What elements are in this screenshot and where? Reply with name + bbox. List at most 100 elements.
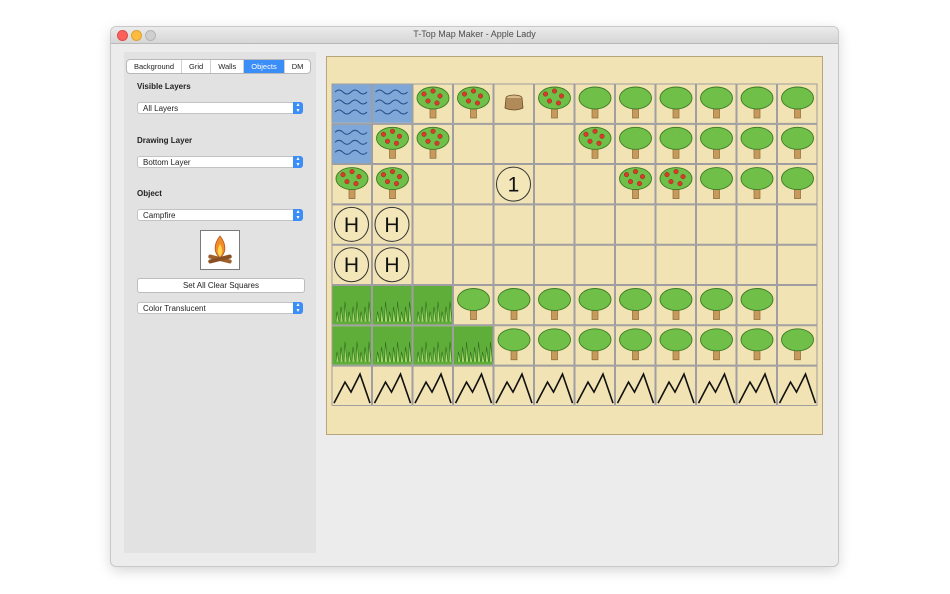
visible-layers-select[interactable]: All Layers ▴ ▾ [137, 102, 303, 114]
map-cell-token-h[interactable]: H [331, 204, 372, 245]
map-cell-empty[interactable] [696, 244, 737, 285]
map-cell-tree[interactable] [534, 325, 575, 366]
color-mode-select[interactable]: Color Translucent ▴ ▾ [137, 302, 303, 314]
map-cell-stump[interactable] [493, 83, 534, 124]
map-cell-mountain[interactable] [655, 365, 696, 406]
map-cell-tree[interactable] [777, 164, 818, 205]
map-cell-empty[interactable] [574, 164, 615, 205]
map-cell-mountain[interactable] [777, 365, 818, 406]
map-cell-empty[interactable] [736, 204, 777, 245]
tab-walls[interactable]: Walls [211, 60, 245, 73]
map-cell-apple-tree[interactable] [412, 83, 453, 124]
map-cell-tree[interactable] [615, 83, 656, 124]
map-cell-token-h[interactable]: H [331, 244, 372, 285]
map-cell-apple-tree[interactable] [372, 123, 413, 165]
map-cell-tree[interactable] [615, 325, 656, 366]
map-cell-empty[interactable] [412, 244, 453, 285]
map-cell-empty[interactable] [453, 244, 494, 285]
map-cell-empty[interactable] [493, 244, 534, 285]
map-cell-empty[interactable] [655, 204, 696, 245]
map-cell-empty[interactable] [615, 204, 656, 245]
map-cell-mountain[interactable] [615, 365, 656, 406]
map-cell-empty[interactable] [534, 123, 575, 165]
map-cell-empty[interactable] [412, 164, 453, 205]
map-cell-tree[interactable] [655, 123, 696, 165]
map-cell-empty[interactable] [777, 204, 818, 245]
tab-background[interactable]: Background [127, 60, 183, 73]
map-cell-tree[interactable] [655, 83, 696, 124]
map-cell-tree[interactable] [574, 83, 615, 124]
map-cell-mountain[interactable] [534, 365, 575, 406]
map-cell-empty[interactable] [534, 164, 575, 205]
map-cell-tree[interactable] [777, 325, 818, 366]
map-cell-tree[interactable] [777, 83, 818, 124]
map-cell-tree[interactable] [696, 164, 737, 205]
map-cell-token-1[interactable]: 1 [493, 164, 534, 205]
map-cell-empty[interactable] [493, 123, 534, 165]
map-cell-empty[interactable] [696, 204, 737, 245]
map-cell-tree[interactable] [574, 325, 615, 366]
map-cell-mountain[interactable] [493, 365, 534, 406]
map-cell-token-h[interactable]: H [372, 204, 413, 245]
map-cell-grass[interactable] [372, 285, 413, 326]
map-cell-empty[interactable] [615, 244, 656, 285]
map-cell-tree[interactable] [736, 123, 777, 165]
map-cell-tree[interactable] [655, 285, 696, 326]
map-cell-apple-tree[interactable] [453, 83, 494, 124]
map-cell-tree[interactable] [736, 164, 777, 205]
map-cell-mountain[interactable] [696, 365, 737, 406]
map-cell-tree[interactable] [615, 285, 656, 326]
map-cell-water[interactable] [331, 123, 372, 165]
map-cell-apple-tree[interactable] [655, 164, 696, 205]
map-cell-empty[interactable] [453, 164, 494, 205]
map-cell-apple-tree[interactable] [615, 164, 656, 205]
map-cell-mountain[interactable] [453, 365, 494, 406]
object-select[interactable]: Campfire ▴ ▾ [137, 209, 303, 221]
map-cell-tree[interactable] [696, 325, 737, 366]
map-cell-tree[interactable] [574, 285, 615, 326]
map-cell-apple-tree[interactable] [574, 123, 615, 165]
map-cell-apple-tree[interactable] [534, 83, 575, 124]
map-cell-tree[interactable] [696, 123, 737, 165]
map-cell-tree[interactable] [493, 285, 534, 326]
map-cell-apple-tree[interactable] [372, 164, 413, 205]
map-cell-grass[interactable] [331, 325, 372, 366]
map-cell-tree[interactable] [615, 123, 656, 165]
map-cell-apple-tree[interactable] [412, 123, 453, 165]
map-cell-empty[interactable] [412, 204, 453, 245]
map-cell-tree[interactable] [493, 325, 534, 366]
map-cell-empty[interactable] [655, 244, 696, 285]
set-all-clear-squares-button[interactable]: Set All Clear Squares [137, 278, 305, 293]
map-cell-apple-tree[interactable] [331, 164, 372, 205]
map-cell-tree[interactable] [655, 325, 696, 366]
map-cell-tree[interactable] [736, 285, 777, 326]
map-cell-mountain[interactable] [574, 365, 615, 406]
map-cell-tree[interactable] [696, 83, 737, 124]
map-cell-mountain[interactable] [412, 365, 453, 406]
map-cell-empty[interactable] [736, 244, 777, 285]
map-cell-empty[interactable] [777, 285, 818, 326]
map-cell-grass[interactable] [412, 285, 453, 326]
map-cell-empty[interactable] [574, 244, 615, 285]
map-cell-mountain[interactable] [372, 365, 413, 406]
map-cell-grass[interactable] [331, 285, 372, 326]
map-cell-empty[interactable] [453, 123, 494, 165]
map-cell-tree[interactable] [696, 285, 737, 326]
map-cell-tree[interactable] [736, 83, 777, 124]
tab-grid[interactable]: Grid [182, 60, 212, 73]
map-cell-grass[interactable] [372, 325, 413, 366]
map-cell-tree[interactable] [453, 285, 494, 326]
map-canvas[interactable]: 1 HHHH [326, 56, 823, 435]
map-cell-grass[interactable] [453, 325, 494, 366]
map-cell-water[interactable] [331, 83, 372, 124]
map-cell-mountain[interactable] [331, 365, 372, 406]
map-cell-mountain[interactable] [736, 365, 777, 406]
map-cell-tree[interactable] [736, 325, 777, 366]
map-cell-empty[interactable] [777, 244, 818, 285]
map-cell-tree[interactable] [534, 285, 575, 326]
map-cell-empty[interactable] [493, 204, 534, 245]
map-cell-empty[interactable] [574, 204, 615, 245]
map-cell-water[interactable] [372, 83, 413, 124]
map-cell-empty[interactable] [534, 204, 575, 245]
map-cell-token-h[interactable]: H [372, 244, 413, 285]
